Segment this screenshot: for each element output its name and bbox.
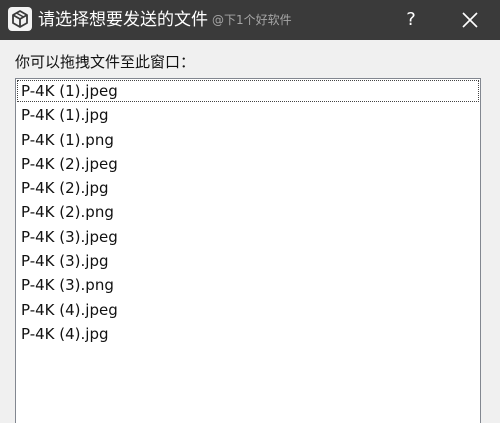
list-item[interactable]: P-4K (2).jpeg: [16, 152, 480, 176]
list-item[interactable]: P-4K (2).png: [16, 200, 480, 224]
list-item[interactable]: P-4K (3).jpeg: [16, 225, 480, 249]
file-list-items: P-4K (1).jpeg P-4K (1).jpg P-4K (1).png …: [16, 79, 480, 346]
cube-icon: [8, 7, 32, 31]
help-button[interactable]: ?: [382, 0, 440, 40]
title-bar[interactable]: 请选择想要发送的文件 @下1个好软件 ?: [0, 0, 500, 40]
list-item[interactable]: P-4K (3).jpg: [16, 249, 480, 273]
close-icon: [462, 12, 478, 28]
list-item[interactable]: P-4K (4).jpeg: [16, 298, 480, 322]
drag-instruction-label: 你可以拖拽文件至此窗口：: [15, 53, 196, 71]
list-item[interactable]: P-4K (3).png: [16, 273, 480, 297]
watermark-text: @下1个好软件: [212, 13, 292, 27]
window-title: 请选择想要发送的文件: [38, 10, 208, 30]
list-item[interactable]: P-4K (1).jpg: [16, 103, 480, 127]
list-item[interactable]: P-4K (2).jpg: [16, 176, 480, 200]
list-item[interactable]: P-4K (4).jpg: [16, 322, 480, 346]
list-item[interactable]: P-4K (1).jpeg: [16, 79, 480, 103]
close-button[interactable]: [445, 0, 495, 40]
list-item[interactable]: P-4K (1).png: [16, 128, 480, 152]
file-list[interactable]: P-4K (1).jpeg P-4K (1).jpg P-4K (1).png …: [15, 78, 481, 423]
scrollbar-track[interactable]: [483, 78, 500, 423]
